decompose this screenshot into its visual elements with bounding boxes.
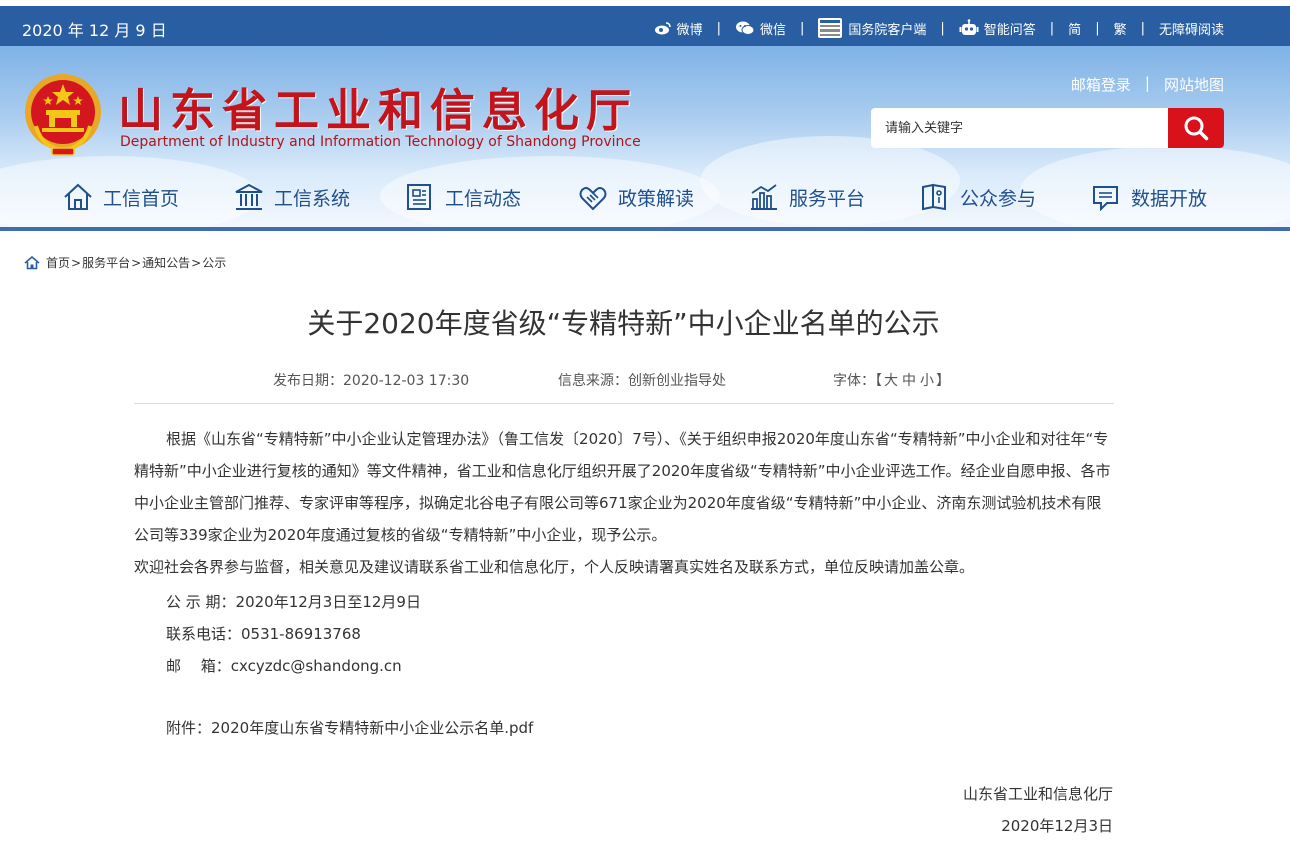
accessibility-label: 无障碍阅读 [1158, 22, 1224, 38]
home-icon [64, 183, 92, 210]
simplified-link[interactable]: 简 [1068, 19, 1081, 38]
gov-client-label: 国务院客户端 [848, 22, 927, 38]
weixin-link[interactable]: 微信 [735, 19, 786, 38]
breadcrumb-home[interactable]: 首页 [46, 254, 70, 271]
article-meta: 发布日期：2020-12-03 17:30 信息来源：创新创业指导处 字体：【大… [273, 370, 950, 390]
site-header: 山东省工业和信息化厅 Department of Industry and In… [0, 46, 1290, 228]
font-size-label: 字体： [833, 373, 875, 389]
weibo-icon [654, 22, 671, 35]
breadcrumb-separator: > [131, 255, 142, 270]
nav-label: 数据开放 [1131, 187, 1208, 210]
traditional-label: 繁 [1113, 22, 1127, 38]
search-icon [1184, 116, 1209, 141]
publicity-period: 公 示 期：2020年12月3日至12月9日 [166, 593, 421, 611]
font-medium-button[interactable]: 中 [902, 373, 916, 389]
nav-label: 工信系统 [274, 187, 351, 210]
header-divider [0, 227, 1290, 231]
nav-label: 工信首页 [103, 187, 180, 210]
nav-item-news[interactable]: 工信动态 [405, 176, 521, 218]
nav-item-home[interactable]: 工信首页 [63, 176, 179, 218]
email-label: 邮 箱： [166, 657, 231, 675]
font-bracket: 【 [875, 373, 882, 389]
state-council-icon [818, 18, 843, 38]
mail-login-link[interactable]: 邮箱登录 [1071, 74, 1131, 95]
breadcrumb-notice[interactable]: 通知公告 [142, 254, 190, 271]
separator: | [799, 20, 805, 36]
contact-phone: 联系电话：0531-86913768 [166, 625, 361, 643]
email-address: cxcyzdc@shandong.cn [230, 657, 402, 675]
separator: | [1049, 20, 1055, 36]
robot-icon [959, 19, 979, 35]
header-links: 邮箱登录 | 网站地图 [1071, 74, 1224, 95]
font-bracket: 】 [936, 373, 950, 389]
chart-icon [751, 184, 777, 210]
article-title: 关于2020年度省级“专精特新”中小企业名单的公示 [307, 307, 940, 340]
contact-email: 邮 箱：cxcyzdc@shandong.cn [166, 655, 402, 676]
site-title: 山东省工业和信息化厅 [118, 84, 639, 137]
separator: | [1144, 74, 1150, 92]
top-links: 微博 | 微信 | 国务院客户端 | 智能问答 | 简 | 繁 | 无障碍阅读 [654, 18, 1224, 38]
ai-qa-link[interactable]: 智能问答 [959, 19, 1036, 38]
font-small-button[interactable]: 小 [920, 373, 934, 389]
separator: | [940, 20, 945, 36]
nav-item-system[interactable]: 工信系统 [234, 176, 350, 218]
search-button[interactable] [1168, 108, 1224, 148]
building-icon [235, 183, 263, 210]
nav-label: 工信动态 [445, 187, 522, 210]
site-subtitle: Department of Industry and Information T… [120, 134, 641, 150]
breadcrumb: 首页 > 服务平台 > 通知公告 > 公示 [24, 254, 226, 271]
nav-item-data[interactable]: 数据开放 [1091, 176, 1207, 218]
separator: | [1095, 20, 1100, 36]
home-icon [24, 255, 40, 269]
site-map-link[interactable]: 网站地图 [1164, 74, 1224, 95]
article-source: 信息来源：创新创业指导处 [558, 373, 726, 389]
sign-date: 2020年12月3日 [1001, 817, 1113, 835]
font-big-button[interactable]: 大 [884, 373, 898, 389]
breadcrumb-service[interactable]: 服务平台 [82, 254, 130, 271]
publish-date: 发布日期：2020-12-03 17:30 [273, 373, 470, 389]
article-paragraph: 根据《山东省“专精特新”中小企业认定管理办法》（鲁工信发〔2020〕7号）、《关… [134, 430, 1111, 544]
nav-label: 服务平台 [789, 187, 866, 210]
weixin-label: 微信 [759, 22, 786, 38]
search-input[interactable] [871, 108, 1167, 148]
news-icon [407, 184, 431, 210]
attachment-link[interactable]: 2020年度山东省专精特新中小企业公示名单.pdf [211, 719, 533, 737]
nav-item-participation[interactable]: 公众参与 [920, 176, 1036, 218]
simplified-label: 简 [1068, 22, 1082, 38]
nav-label: 政策解读 [618, 187, 695, 210]
separator: | [1140, 20, 1145, 36]
nav-item-policy[interactable]: 政策解读 [578, 176, 694, 218]
traditional-link[interactable]: 繁 [1114, 19, 1127, 38]
separator: | [716, 20, 721, 36]
breadcrumb-public[interactable]: 公示 [202, 254, 226, 271]
article-paragraph: 欢迎社会各界参与监督，相关意见及建议请联系省工业和信息化厅，个人反映请署真实姓名… [134, 558, 975, 576]
attachment: 附件：2020年度山东省专精特新中小企业公示名单.pdf [166, 717, 533, 738]
main-nav: 工信首页 工信系统 工信动态 政策解读 服务平台 公众参与 数据开放 [0, 176, 1290, 218]
book-icon [922, 183, 946, 211]
attachment-label: 附件： [166, 719, 212, 737]
nav-label: 公众参与 [960, 187, 1037, 210]
gov-client-link[interactable]: 国务院客户端 [818, 18, 926, 38]
breadcrumb-separator: > [191, 255, 202, 270]
weibo-label: 微博 [676, 22, 703, 38]
message-icon [1093, 186, 1118, 211]
current-date: 2020 年 12 月 9 日 [22, 21, 167, 40]
accessibility-link[interactable]: 无障碍阅读 [1159, 19, 1224, 38]
meta-divider [134, 403, 1114, 404]
font-size-control: 字体：【大中小】 [833, 370, 950, 390]
weibo-link[interactable]: 微博 [654, 19, 703, 38]
article-body: 根据《山东省“专精特新”中小企业认定管理办法》（鲁工信发〔2020〕7号）、《关… [134, 423, 1114, 583]
national-emblem-icon [25, 74, 101, 156]
handshake-icon [579, 187, 607, 211]
signature: 山东省工业和信息化厅 [962, 785, 1113, 803]
search-box [871, 108, 1224, 148]
breadcrumb-separator: > [71, 255, 82, 270]
top-bar: 2020 年 12 月 9 日 微博 | 微信 | 国务院客户端 | 智能问答 … [0, 6, 1290, 46]
ai-qa-label: 智能问答 [983, 22, 1036, 38]
nav-item-service[interactable]: 服务平台 [749, 176, 865, 218]
wechat-icon [735, 21, 755, 35]
